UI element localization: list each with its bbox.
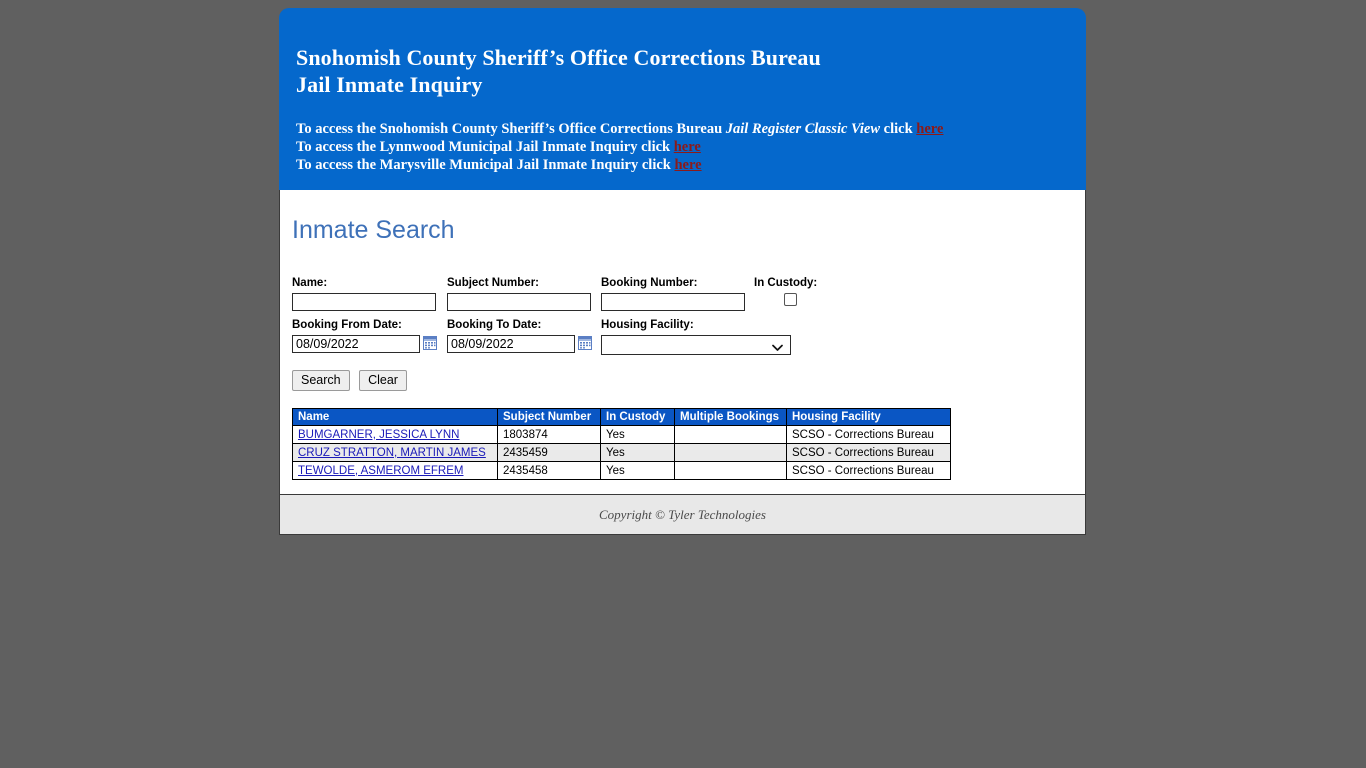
cell-in-custody: Yes — [600, 425, 675, 445]
site-banner: Snohomish County Sheriff’s Office Correc… — [279, 8, 1086, 190]
booking-number-input[interactable] — [601, 293, 745, 311]
cell-subject-number: 1803874 — [497, 425, 601, 445]
table-row: BUMGARNER, JESSICA LYNN 1803874 Yes SCSO… — [292, 425, 951, 445]
search-button[interactable]: Search — [292, 370, 350, 392]
calendar-icon-from[interactable] — [423, 336, 437, 351]
cell-multiple-bookings — [674, 461, 787, 481]
col-header-name[interactable]: Name — [292, 408, 498, 427]
search-results-table: Name Subject Number In Custody Multiple … — [292, 408, 951, 481]
booking-number-label: Booking Number: — [601, 277, 698, 289]
cell-in-custody: Yes — [600, 461, 675, 481]
inmate-search-form: Name: Subject Number: Booking Number: In… — [292, 276, 1085, 392]
marysville-line: To access the Marysville Municipal Jail … — [296, 156, 1086, 174]
lynnwood-text-pre: To access the Lynnwood Municipal Jail In… — [296, 139, 674, 156]
housing-facility-label: Housing Facility: — [601, 319, 694, 332]
marysville-link[interactable]: here — [674, 157, 701, 173]
booking-to-date-input[interactable] — [447, 335, 575, 354]
housing-facility-select[interactable] — [601, 335, 791, 356]
classic-view-text-pre: To access the Snohomish County Sheriff’s… — [296, 121, 726, 137]
subject-number-field-group: Subject Number: — [447, 276, 601, 311]
banner-title-line1: Snohomish County Sheriff’s Office Correc… — [296, 45, 821, 70]
classic-view-emphasis: Jail Register Classic View — [725, 121, 881, 137]
banner-title-line2: Jail Inmate Inquiry — [296, 72, 483, 97]
lynnwood-line: To access the Lynnwood Municipal Jail In… — [296, 138, 1086, 156]
cell-housing-facility: SCSO - Corrections Bureau — [786, 461, 951, 481]
copyright-text: Copyright © Tyler Technologies — [599, 506, 766, 522]
calendar-icon-to[interactable] — [578, 336, 592, 351]
table-row: CRUZ STRATTON, MARTIN JAMES 2435459 Yes … — [292, 443, 951, 463]
in-custody-label: In Custody: — [754, 277, 818, 289]
content-panel: Inmate Search Name: Subject Number: Book… — [279, 190, 1086, 496]
table-row: TEWOLDE, ASMEROM EFREM 2435458 Yes SCSO … — [292, 461, 951, 481]
search-form-row-2: Booking From Date: 08/09/2022 Booking To… — [292, 318, 1085, 356]
col-header-subject-number[interactable]: Subject Number — [497, 408, 601, 427]
booking-to-date-label: Booking To Date: — [447, 319, 542, 332]
cell-multiple-bookings — [674, 443, 787, 463]
booking-to-date-field-group: Booking To Date: — [447, 318, 601, 354]
subject-number-label: Subject Number: — [447, 277, 540, 289]
booking-from-date-label: Booking From Date: — [292, 319, 402, 332]
cell-subject-number: 2435458 — [497, 461, 601, 481]
classic-view-text-mid: click — [880, 121, 917, 137]
application-container: Snohomish County Sheriff’s Office Correc… — [279, 8, 1086, 536]
housing-facility-field-group: Housing Facility: — [601, 318, 801, 356]
name-label: Name: — [292, 277, 328, 289]
subject-number-input[interactable] — [447, 293, 591, 311]
cell-in-custody: Yes — [600, 443, 675, 463]
cell-housing-facility: SCSO - Corrections Bureau — [786, 443, 951, 463]
form-button-row: Search Clear — [292, 370, 1085, 392]
booking-number-field-group: Booking Number: — [601, 276, 754, 311]
results-header-row: Name Subject Number In Custody Multiple … — [292, 408, 951, 427]
cell-multiple-bookings — [674, 425, 787, 445]
results-table-head: Name Subject Number In Custody Multiple … — [292, 408, 951, 427]
page-title: Inmate Search — [292, 216, 455, 244]
banner-link-list: To access the Snohomish County Sheriff’s… — [296, 120, 1086, 175]
col-header-housing-facility[interactable]: Housing Facility — [786, 408, 951, 427]
cell-housing-facility: SCSO - Corrections Bureau — [786, 425, 951, 445]
banner-title: Snohomish County Sheriff’s Office Correc… — [296, 44, 1086, 98]
inmate-name-link[interactable]: BUMGARNER, JESSICA LYNN — [298, 429, 459, 441]
lynnwood-link[interactable]: here — [674, 139, 701, 155]
cell-name: BUMGARNER, JESSICA LYNN — [292, 425, 498, 445]
col-header-in-custody[interactable]: In Custody — [600, 408, 675, 427]
page-footer: Copyright © Tyler Technologies — [279, 495, 1086, 536]
search-form-row-1: Name: Subject Number: Booking Number: In… — [292, 276, 1085, 311]
in-custody-checkbox[interactable] — [784, 293, 797, 306]
housing-facility-select-wrap — [601, 335, 791, 356]
name-field-group: Name: — [292, 276, 447, 311]
cell-subject-number: 2435459 — [497, 443, 601, 463]
clear-button[interactable]: Clear — [359, 370, 407, 392]
cell-name: CRUZ STRATTON, MARTIN JAMES — [292, 443, 498, 463]
booking-from-date-input[interactable] — [292, 335, 420, 354]
col-header-multiple-bookings[interactable]: Multiple Bookings — [674, 408, 787, 427]
classic-view-line: To access the Snohomish County Sheriff’s… — [296, 120, 1086, 138]
inmate-name-link[interactable]: CRUZ STRATTON, MARTIN JAMES — [298, 447, 486, 459]
in-custody-field-group: In Custody: — [754, 276, 874, 306]
cell-name: TEWOLDE, ASMEROM EFREM — [292, 461, 498, 481]
results-table-body: BUMGARNER, JESSICA LYNN 1803874 Yes SCSO… — [292, 425, 951, 481]
inmate-name-link[interactable]: TEWOLDE, ASMEROM EFREM — [298, 465, 464, 477]
marysville-text-pre: To access the Marysville Municipal Jail … — [296, 157, 675, 174]
booking-from-date-field-group: Booking From Date: — [292, 318, 447, 354]
classic-view-link[interactable]: here — [916, 121, 943, 137]
name-input[interactable] — [292, 293, 436, 311]
